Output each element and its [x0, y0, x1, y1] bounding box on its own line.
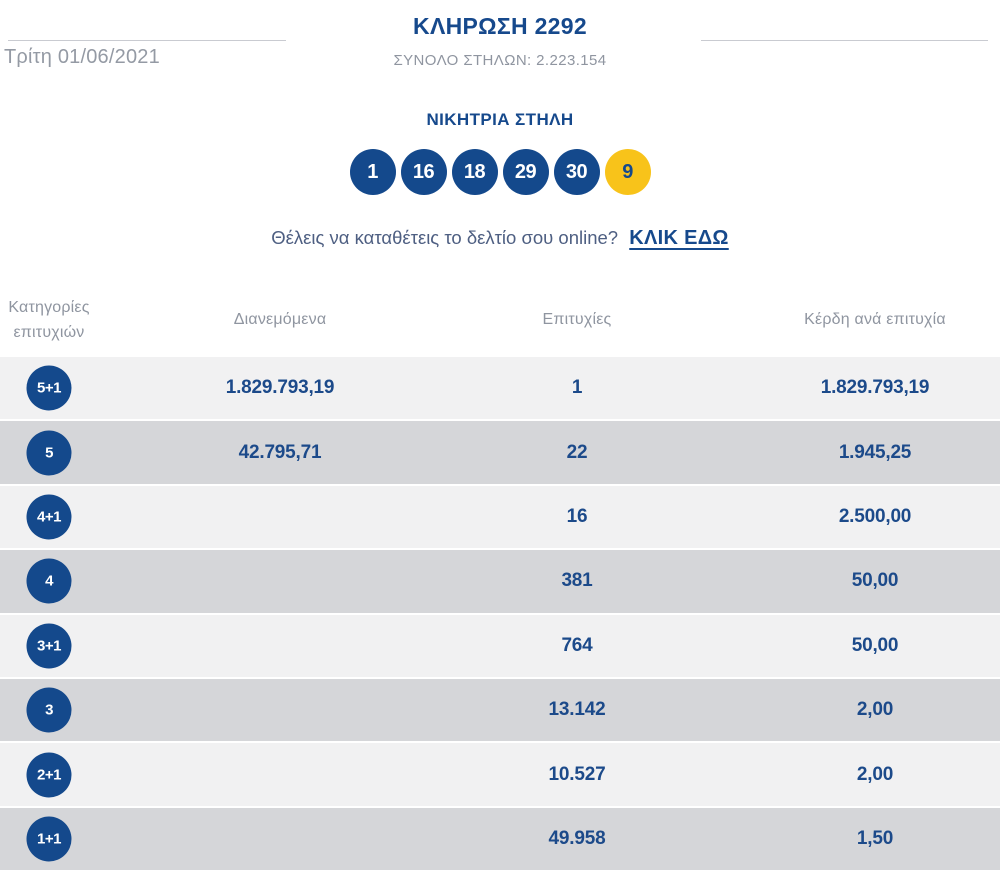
column-header-winners: Επιτυχίες	[542, 311, 612, 328]
prize-value: 1,50	[856, 827, 894, 849]
prize-table-header: Κατηγορίες επιτυχιών Διανεμόμενα Επιτυχί…	[0, 283, 1000, 357]
category-badge: 2+1	[26, 752, 72, 798]
winners-value: 49.958	[548, 827, 606, 849]
winning-number-ball: 16	[400, 149, 447, 195]
category-badge: 5	[26, 430, 72, 476]
header-divider-right	[701, 40, 988, 41]
column-header-prize: Κέρδη ανά επιτυχία	[804, 311, 946, 328]
prize-value: 50,00	[851, 634, 899, 656]
winning-number-ball: 30	[553, 149, 600, 195]
prize-table: Κατηγορίες επιτυχιών Διανεμόμενα Επιτυχί…	[0, 283, 1000, 872]
prize-value: 50,00	[851, 570, 899, 592]
winners-value: 381	[561, 570, 593, 592]
prize-value: 1.945,25	[838, 441, 912, 463]
winning-number-ball: 1	[349, 149, 396, 195]
table-row: 5+1 1.829.793,19 1 1.829.793,19	[0, 357, 1000, 420]
winning-column-heading: ΝΙΚΗΤΡΙΑ ΣΤΗΛΗ	[426, 110, 574, 129]
winning-number-ball: 29	[502, 149, 549, 195]
prize-value: 2.500,00	[838, 505, 912, 527]
table-row: 3 13.142 2,00	[0, 678, 1000, 742]
winners-value: 1	[571, 377, 583, 399]
winners-value: 22	[566, 441, 588, 463]
category-badge: 3	[26, 687, 72, 733]
winners-value: 16	[566, 505, 588, 527]
table-row: 5 42.795,71 22 1.945,25	[0, 421, 1000, 484]
prize-value: 2,00	[856, 763, 894, 785]
table-row: 1+1 49.958 1,50	[0, 807, 1000, 871]
distributed-value: 42.795,71	[238, 441, 322, 463]
table-row: 4 381 50,00	[0, 550, 1000, 613]
column-header-distributed: Διανεμόμενα	[233, 311, 327, 328]
winning-number-ball: 18	[451, 149, 498, 195]
category-badge: 3+1	[26, 623, 72, 669]
prize-value: 1.829.793,19	[820, 377, 930, 399]
table-row: 3+1 764 50,00	[0, 614, 1000, 677]
distributed-value: 1.829.793,19	[225, 377, 335, 399]
promo-line: Θέλεις να καταθέτεις το δελτίο σου onlin…	[0, 227, 1000, 250]
winners-value: 13.142	[548, 699, 606, 721]
winners-value: 10.527	[548, 763, 606, 785]
winners-value: 764	[561, 634, 593, 656]
total-columns-label: ΣΥΝΟΛΟ ΣΤΗΛΩΝ: 2.223.154	[393, 52, 607, 69]
bonus-number-ball: 9	[604, 149, 651, 195]
winning-numbers: 1 16 18 29 30 9	[0, 149, 1000, 195]
category-badge: 1+1	[26, 816, 72, 862]
promo-text: Θέλεις να καταθέτεις το δελτίο σου onlin…	[271, 227, 619, 248]
header-divider-left	[8, 40, 286, 41]
prize-value: 2,00	[856, 699, 894, 721]
category-badge: 4	[26, 558, 72, 604]
category-badge: 5+1	[26, 365, 72, 411]
page-title: ΚΛΗΡΩΣΗ 2292	[413, 13, 587, 39]
column-header-categories: Κατηγορίες επιτυχιών	[8, 299, 90, 341]
draw-results-page: ΚΛΗΡΩΣΗ 2292 Τρίτη 01/06/2021 ΣΥΝΟΛΟ ΣΤΗ…	[0, 0, 1000, 874]
table-row: 2+1 10.527 2,00	[0, 743, 1000, 806]
category-badge: 4+1	[26, 494, 72, 540]
table-row: 4+1 16 2.500,00	[0, 485, 1000, 549]
click-here-link[interactable]: ΚΛΙΚ ΕΔΩ	[629, 227, 729, 249]
